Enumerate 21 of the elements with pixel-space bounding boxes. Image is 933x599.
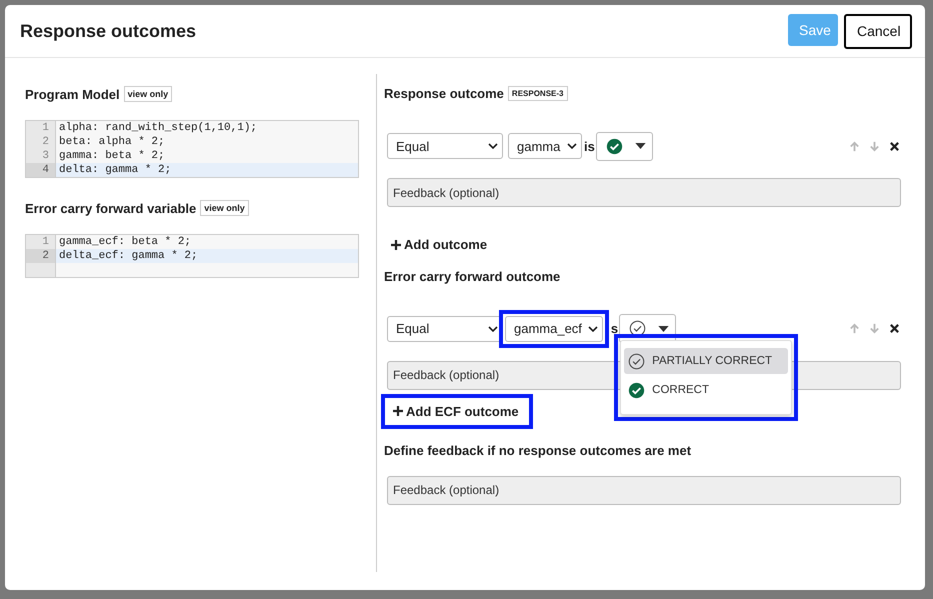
section-title: Error carry forward outcome (384, 268, 560, 284)
section-title: Error carry forward variable (25, 200, 196, 216)
line-number: 2 (26, 135, 56, 149)
code-line: gamma_ecf: beta * 2; (58, 235, 192, 249)
view-only-tag: view only (124, 86, 172, 102)
section-title: Program Model (25, 86, 120, 102)
response-tag: RESPONSE-3 (508, 86, 568, 101)
dialog-title: Response outcomes (20, 20, 196, 42)
line-number: 2 (26, 249, 56, 263)
code-line: alpha: rand_with_step(1,10,1); (58, 121, 258, 135)
line-number: 3 (26, 149, 56, 163)
is-label: is (584, 138, 595, 154)
line-number: 4 (26, 163, 56, 177)
code-line: beta: alpha * 2; (58, 135, 166, 149)
code-line: gamma: beta * 2; (58, 149, 166, 163)
view-only-tag: view only (200, 200, 249, 216)
section-title: Define feedback if no response outcomes are met (384, 442, 692, 458)
line-number: 1 (26, 121, 56, 135)
is-label: s (610, 321, 618, 336)
section-title: Response outcome (384, 86, 504, 101)
line-number: 1 (26, 235, 56, 249)
